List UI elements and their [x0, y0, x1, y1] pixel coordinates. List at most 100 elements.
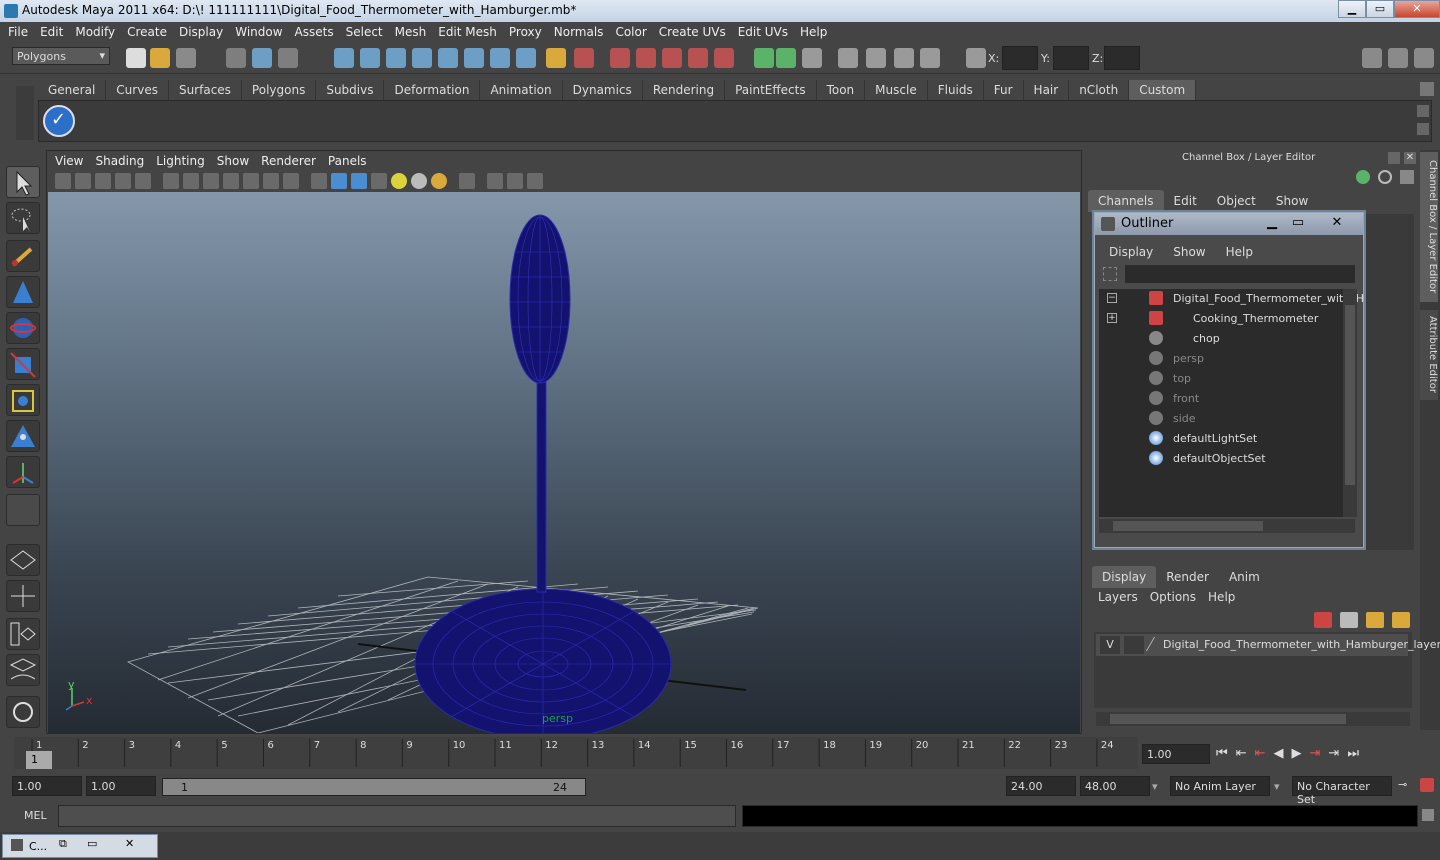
- save-scene-icon[interactable]: [176, 48, 196, 68]
- channels-menu[interactable]: Channels: [1088, 190, 1164, 212]
- paint-select-tool-icon[interactable]: [6, 240, 40, 272]
- menu-help[interactable]: Help: [796, 22, 835, 42]
- shelf-scroll-down-icon[interactable]: [1417, 123, 1429, 135]
- lock-icon[interactable]: [546, 48, 566, 68]
- start-time-field[interactable]: 1.00: [12, 776, 82, 796]
- wireframe-icon[interactable]: [163, 173, 179, 189]
- outliner-search-field[interactable]: [1125, 265, 1355, 283]
- outliner-horizontal-scrollbar[interactable]: [1099, 519, 1355, 533]
- construction-icon[interactable]: [490, 48, 510, 68]
- camera-select-icon[interactable]: [55, 173, 71, 189]
- rotate-tool-icon[interactable]: [6, 312, 40, 344]
- move-tool-icon[interactable]: [6, 276, 40, 308]
- outliner-hscroll-thumb[interactable]: [1113, 521, 1263, 531]
- persp-outliner-layout-icon[interactable]: [6, 618, 40, 650]
- outliner-item[interactable]: persp: [1099, 349, 1339, 369]
- layer-tab-anim[interactable]: Anim: [1219, 566, 1270, 588]
- channels-object-menu[interactable]: Object: [1207, 190, 1266, 212]
- current-time-marker[interactable]: 1: [26, 751, 52, 769]
- shelf-tab-painteffects[interactable]: PaintEffects: [725, 80, 817, 100]
- layers-help-menu[interactable]: Help: [1202, 586, 1241, 608]
- layer-tab-render[interactable]: Render: [1156, 566, 1219, 588]
- snap-grid-icon[interactable]: [334, 48, 354, 68]
- scale-tool-icon[interactable]: [6, 348, 40, 380]
- snap-point-icon[interactable]: [386, 48, 406, 68]
- layer-visibility-toggle[interactable]: V: [1100, 636, 1120, 654]
- rotate-axis-icon[interactable]: [1378, 170, 1392, 184]
- side-tab-attribute-editor[interactable]: Attribute Editor: [1420, 310, 1438, 400]
- snap-surface-icon[interactable]: [438, 48, 458, 68]
- channel-box-toggle-icon[interactable]: [1414, 48, 1434, 68]
- shelf-tab-dynamics[interactable]: Dynamics: [563, 80, 643, 100]
- shelf-tab-general[interactable]: General: [38, 80, 107, 100]
- outliner-maximize-button[interactable]: ▭: [1285, 215, 1311, 231]
- tool-settings-toggle-icon[interactable]: [1388, 48, 1408, 68]
- go-to-end-icon[interactable]: ⏭: [1347, 746, 1359, 761]
- outliner-scroll-thumb[interactable]: [1345, 305, 1355, 485]
- new-scene-icon[interactable]: [126, 48, 146, 68]
- outliner-item[interactable]: top: [1099, 369, 1339, 389]
- collapse-icon[interactable]: −: [1107, 293, 1117, 303]
- pin-icon[interactable]: [1400, 170, 1414, 184]
- history-icon[interactable]: [464, 48, 484, 68]
- menu-color[interactable]: Color: [611, 22, 654, 42]
- menu-select[interactable]: Select: [342, 22, 391, 42]
- step-forward-key-icon[interactable]: ⇥: [1310, 746, 1321, 761]
- channels-edit-menu[interactable]: Edit: [1164, 190, 1207, 212]
- default-light-icon[interactable]: [391, 173, 407, 189]
- anim-prefs-icon[interactable]: [1420, 778, 1434, 792]
- shelf-tab-curves[interactable]: Curves: [106, 80, 169, 100]
- shelf-scroll-up-icon[interactable]: [1417, 105, 1429, 117]
- go-to-start-icon[interactable]: ⏮: [1216, 746, 1228, 761]
- menu-set-dropdown[interactable]: Polygons ▾: [12, 47, 110, 65]
- expand-icon[interactable]: +: [1107, 313, 1117, 323]
- bookmark-icon[interactable]: [95, 173, 111, 189]
- float-panel-icon[interactable]: [1388, 152, 1400, 164]
- shelf-tab-ncloth[interactable]: nCloth: [1069, 80, 1130, 100]
- flat-shade-icon[interactable]: [203, 173, 219, 189]
- viewport-menu-shading[interactable]: Shading: [91, 151, 152, 171]
- step-back-key-icon[interactable]: ⇤: [1255, 746, 1266, 761]
- magnet-icon-4[interactable]: [688, 48, 708, 68]
- layer-type-toggle[interactable]: [1124, 636, 1144, 654]
- checker-icon[interactable]: [371, 173, 387, 189]
- minimized-restore-button[interactable]: ⧉: [59, 837, 67, 851]
- select-camera-icon[interactable]: [459, 173, 475, 189]
- layer-tab-display[interactable]: Display: [1092, 566, 1157, 588]
- hypershade-icon[interactable]: [838, 48, 858, 68]
- close-button[interactable]: ✕: [1394, 0, 1440, 18]
- shadow-icon[interactable]: [283, 173, 299, 189]
- minimized-maximize-button[interactable]: ▭: [87, 837, 97, 850]
- grid-toggle-icon[interactable]: [135, 173, 151, 189]
- magnet-icon-2[interactable]: [636, 48, 656, 68]
- menu-edit-uvs[interactable]: Edit UVs: [734, 22, 796, 42]
- menu-window[interactable]: Window: [231, 22, 290, 42]
- key-icon[interactable]: ⊸: [1398, 778, 1407, 791]
- universal-manipulator-icon[interactable]: [6, 384, 40, 416]
- shelf-tab-surfaces[interactable]: Surfaces: [169, 80, 242, 100]
- soft-modification-icon[interactable]: [6, 420, 40, 452]
- play-backwards-icon[interactable]: ◀: [1274, 746, 1284, 761]
- new-layer-selected-icon[interactable]: [1392, 612, 1410, 628]
- camera-attributes-icon[interactable]: [75, 173, 91, 189]
- minimize-button[interactable]: ▁: [1338, 0, 1366, 18]
- layer-color-icon[interactable]: [1145, 637, 1165, 651]
- shelf-tab-toon[interactable]: Toon: [817, 80, 866, 100]
- step-back-frame-icon[interactable]: ⇤: [1236, 746, 1247, 761]
- character-set-dropdown[interactable]: No Character Set: [1292, 776, 1392, 806]
- shelf-tab-deformation[interactable]: Deformation: [384, 80, 481, 100]
- maximize-button[interactable]: ▭: [1366, 0, 1394, 18]
- menu-mesh[interactable]: Mesh: [391, 22, 435, 42]
- close-panel-icon[interactable]: ✕: [1404, 152, 1416, 164]
- playback-start-field[interactable]: 1.00: [86, 776, 156, 796]
- step-forward-frame-icon[interactable]: ⇥: [1328, 746, 1339, 761]
- y-field[interactable]: [1053, 46, 1089, 70]
- character-set-dropdown-icon[interactable]: ▾: [1274, 780, 1280, 793]
- magnet-icon-1[interactable]: [610, 48, 630, 68]
- menu-file[interactable]: File: [4, 22, 36, 42]
- perspective-viewport[interactable]: y x persp: [48, 192, 1080, 740]
- shelf-tab-custom[interactable]: Custom: [1129, 80, 1197, 100]
- layer-row[interactable]: V Digital_Food_Thermometer_with_Hamburge…: [1096, 634, 1440, 656]
- menu-edit-mesh[interactable]: Edit Mesh: [434, 22, 505, 42]
- magnet-icon-5[interactable]: [714, 48, 734, 68]
